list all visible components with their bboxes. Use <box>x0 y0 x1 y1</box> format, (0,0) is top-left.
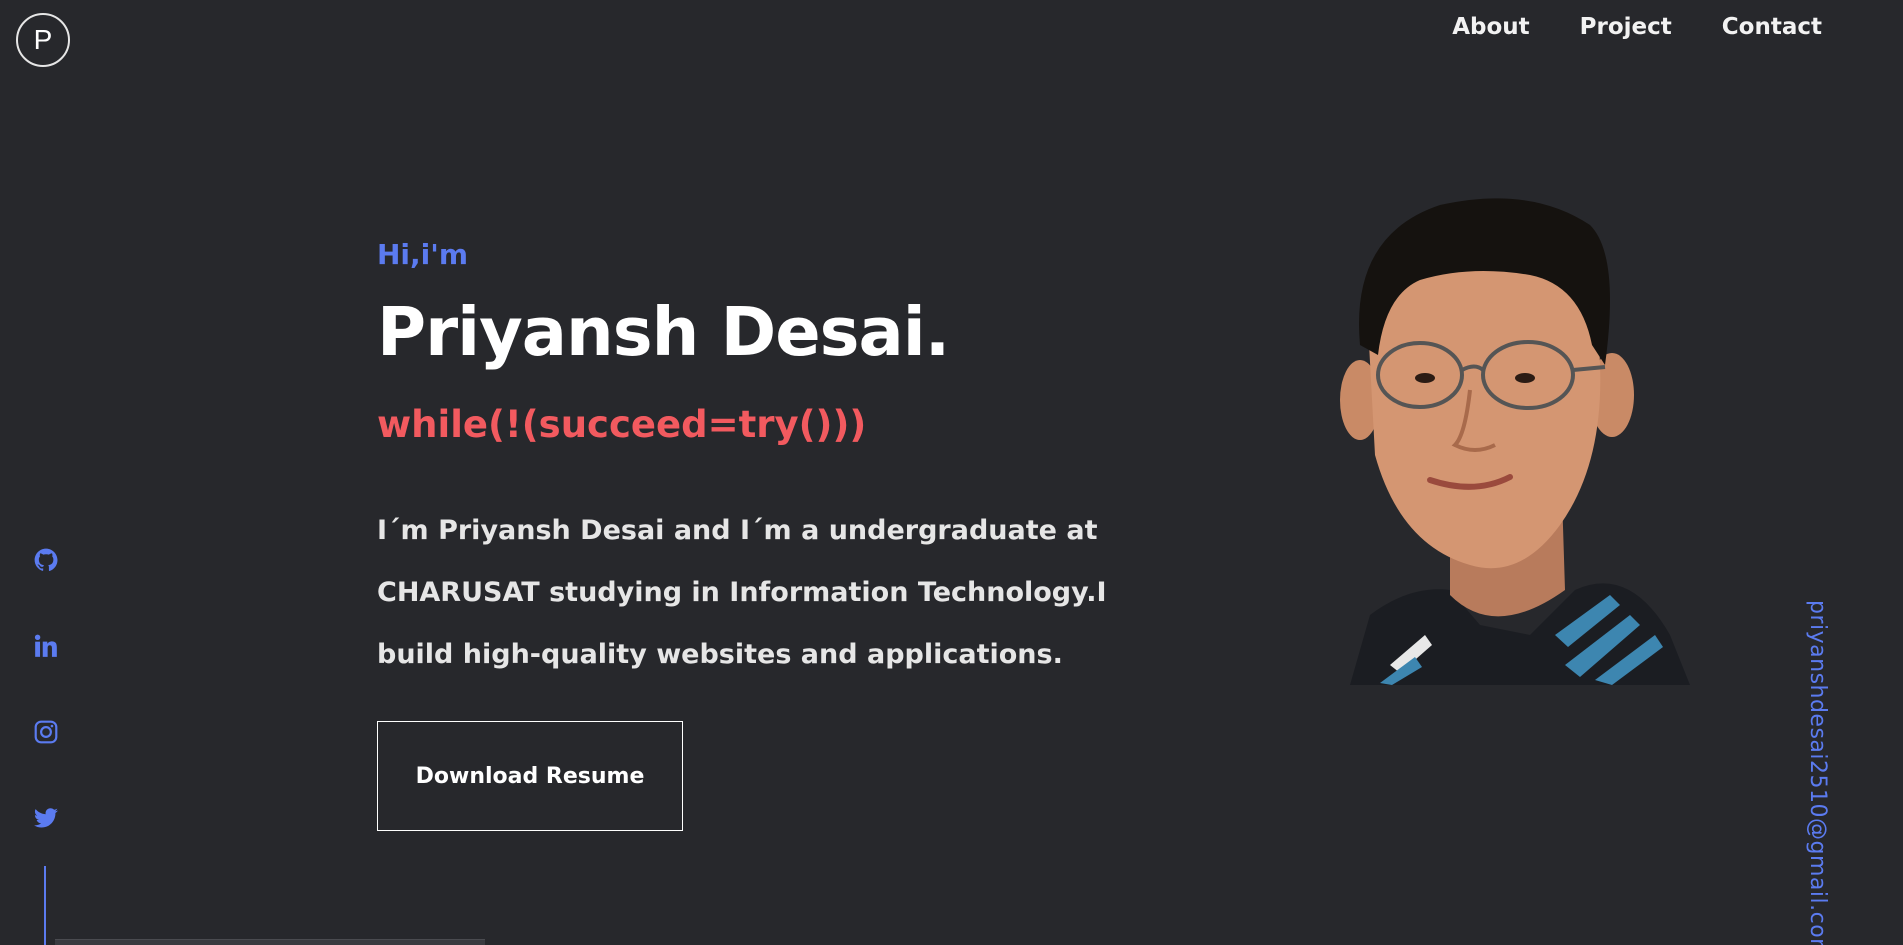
main-nav: About Project Contact <box>1452 14 1822 40</box>
hero-tagline: while(!(succeed=try())) <box>377 403 867 446</box>
nav-contact[interactable]: Contact <box>1722 14 1822 40</box>
logo[interactable]: P <box>16 13 70 67</box>
github-icon[interactable] <box>28 542 64 578</box>
download-resume-button[interactable]: Download Resume <box>377 721 683 831</box>
logo-letter: P <box>33 24 53 55</box>
email-link[interactable]: priyanshdesai2510@gmail.com <box>1805 600 1830 945</box>
greeting: Hi,i'm <box>377 238 469 271</box>
twitter-icon[interactable] <box>28 800 64 836</box>
instagram-icon[interactable] <box>28 714 64 750</box>
social-divider-line <box>44 866 46 945</box>
hero-bio: I´m Priyansh Desai and I´m a undergradua… <box>377 515 1107 670</box>
nav-project[interactable]: Project <box>1580 14 1672 40</box>
profile-photo <box>1340 198 1690 685</box>
horizontal-scrollbar[interactable] <box>55 939 485 945</box>
linkedin-icon[interactable] <box>28 628 64 664</box>
hero-name: Priyansh Desai. <box>377 293 950 371</box>
nav-about[interactable]: About <box>1452 14 1529 40</box>
page: P About Project Contact Hi,i'm Priyansh … <box>0 0 1903 945</box>
